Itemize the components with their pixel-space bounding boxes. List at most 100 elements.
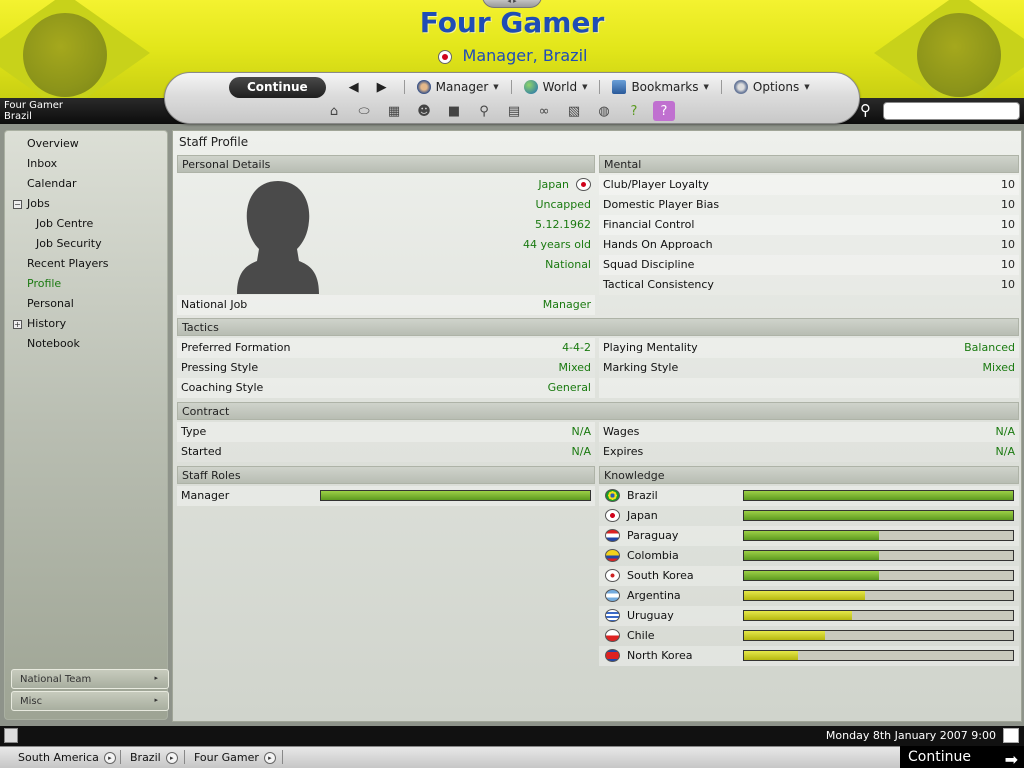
boots-icon[interactable]: ⬭	[353, 101, 375, 121]
dropdown-arrow-icon[interactable]: ▸	[165, 751, 178, 764]
knowledge-label: South Korea	[627, 569, 694, 582]
about-icon[interactable]: ?	[653, 101, 675, 121]
staff-role-bar-fill	[321, 491, 590, 500]
sidebar-item-calendar[interactable]: Calendar	[27, 177, 76, 190]
knowledge-bar	[743, 590, 1014, 601]
sidebar-item-inbox[interactable]: Inbox	[27, 157, 57, 170]
contract-value: N/A	[571, 445, 591, 458]
tactics-value: Mixed	[558, 361, 591, 374]
sidebar-item-overview[interactable]: Overview	[27, 137, 79, 150]
tactics-label: Preferred Formation	[181, 341, 291, 354]
tactics-icon[interactable]: ■	[443, 101, 465, 121]
nationality-row: Japan	[423, 175, 595, 195]
knowledge-bar	[743, 630, 1014, 641]
mental-row: Tactical Consistency 10	[599, 275, 1019, 295]
sidebar-item-notebook[interactable]: Notebook	[27, 337, 80, 350]
breadcrumb-item[interactable]: South America ▸	[18, 751, 116, 764]
knowledge-label: Japan	[627, 509, 658, 522]
misc-label: Misc	[20, 696, 43, 707]
tactics-row: Coaching Style General	[177, 378, 595, 398]
knowledge-bar	[743, 490, 1014, 501]
mental-value: 10	[1001, 258, 1015, 271]
bookmarks-icon	[612, 80, 627, 94]
dropdown-arrow-icon[interactable]: ▸	[263, 751, 276, 764]
world-icon[interactable]: ◍	[593, 101, 615, 121]
dropdown-arrow-icon[interactable]: ▸	[103, 751, 116, 764]
back-arrow-icon[interactable]: ◀	[340, 80, 368, 95]
sidebar-item-recent-players[interactable]: Recent Players	[27, 257, 108, 270]
options-menu[interactable]: Options ▼	[730, 80, 814, 94]
age-row: 44 years old	[423, 235, 595, 255]
contract-value: N/A	[571, 425, 591, 438]
continue-button[interactable]: Continue ➡	[900, 746, 1024, 768]
staff-roles-header: Staff Roles	[177, 466, 595, 484]
mental-row: Financial Control 10	[599, 215, 1019, 235]
national-job-label: National Job	[181, 298, 248, 311]
sidebar-item-job-centre[interactable]: Job Centre	[36, 217, 93, 230]
options-menu-label: Options	[752, 80, 800, 94]
knowledge-row: Paraguay	[599, 526, 1019, 546]
manager-menu[interactable]: Manager ▼	[413, 80, 503, 94]
search-icon[interactable]: ⚲	[860, 101, 880, 121]
tactics-row: Marking Style Mixed	[599, 358, 1019, 378]
mental-label: Club/Player Loyalty	[603, 178, 709, 191]
team-icon[interactable]: ☻	[413, 101, 435, 121]
tactics-value: General	[547, 381, 591, 394]
bookmarks-menu[interactable]: Bookmarks ▼	[608, 80, 712, 94]
manager-silhouette-icon	[237, 181, 319, 294]
mental-row: Club/Player Loyalty 10	[599, 175, 1019, 195]
jobs-collapse-icon[interactable]: −	[13, 200, 22, 209]
continue-label: Continue	[908, 749, 971, 765]
sidebar-item-history[interactable]: History	[27, 317, 66, 330]
knowledge-bar-fill	[744, 551, 879, 560]
newspaper-icon[interactable]: ▧	[563, 101, 585, 121]
page-subtitle: Manager, Brazil	[0, 46, 1024, 68]
breadcrumb-item[interactable]: Brazil ▸	[130, 751, 178, 764]
profile-identity[interactable]: Four Gamer Brazil	[4, 100, 63, 122]
sidebar-item-job-security[interactable]: Job Security	[36, 237, 102, 250]
calendar-icon[interactable]: ▦	[383, 101, 405, 121]
notes-icon[interactable]	[4, 728, 18, 743]
binoculars-icon[interactable]: ∞	[533, 101, 555, 121]
help-icon[interactable]: ?	[623, 101, 645, 121]
calendar-icon[interactable]	[1003, 728, 1019, 743]
knowledge-bar	[743, 650, 1014, 661]
nationality-value: Japan	[538, 178, 569, 191]
forward-arrow-icon[interactable]: ▶	[368, 80, 396, 95]
history-expand-icon[interactable]: +	[13, 320, 22, 329]
dob-value: 5.12.1962	[535, 218, 591, 231]
knowledge-label: Paraguay	[627, 529, 679, 542]
scout-icon[interactable]: ⚲	[473, 101, 495, 121]
contract-row: Started N/A	[177, 442, 595, 462]
panel-title: Staff Profile	[179, 135, 249, 149]
mental-label: Squad Discipline	[603, 258, 695, 271]
knowledge-row: Japan	[599, 506, 1019, 526]
knowledge-bar-fill	[744, 511, 1013, 520]
continue-button-top[interactable]: Continue	[229, 76, 326, 98]
tactics-label: Marking Style	[603, 361, 679, 374]
misc-panel[interactable]: Misc ▸	[11, 691, 169, 711]
knowledge-bar	[743, 510, 1014, 521]
knowledge-label: Chile	[627, 629, 655, 642]
tactics-row: Playing Mentality Balanced	[599, 338, 1019, 358]
search-input[interactable]	[883, 102, 1020, 120]
north-korea-flag-icon	[605, 649, 620, 662]
sidebar-item-profile[interactable]: Profile	[27, 277, 61, 290]
knowledge-row: Argentina	[599, 586, 1019, 606]
notes-icon[interactable]: ▤	[503, 101, 525, 121]
home-icon[interactable]: ⌂	[323, 101, 345, 121]
knowledge-bar-fill	[744, 651, 798, 660]
tactics-value: Mixed	[982, 361, 1015, 374]
national-team-panel[interactable]: National Team ▸	[11, 669, 169, 689]
contract-row: Expires N/A	[599, 442, 1019, 462]
breadcrumb-item[interactable]: Four Gamer ▸	[194, 751, 276, 764]
colombia-flag-icon	[605, 549, 620, 562]
sidebar-item-personal[interactable]: Personal	[27, 297, 74, 310]
mental-label: Financial Control	[603, 218, 695, 231]
world-menu[interactable]: World ▼	[520, 80, 592, 94]
japan-flag-icon	[605, 509, 620, 522]
contract-value: N/A	[995, 425, 1015, 438]
knowledge-header: Knowledge	[599, 466, 1019, 484]
page-title: Four Gamer	[419, 6, 605, 39]
sidebar-item-jobs[interactable]: Jobs	[27, 197, 50, 210]
